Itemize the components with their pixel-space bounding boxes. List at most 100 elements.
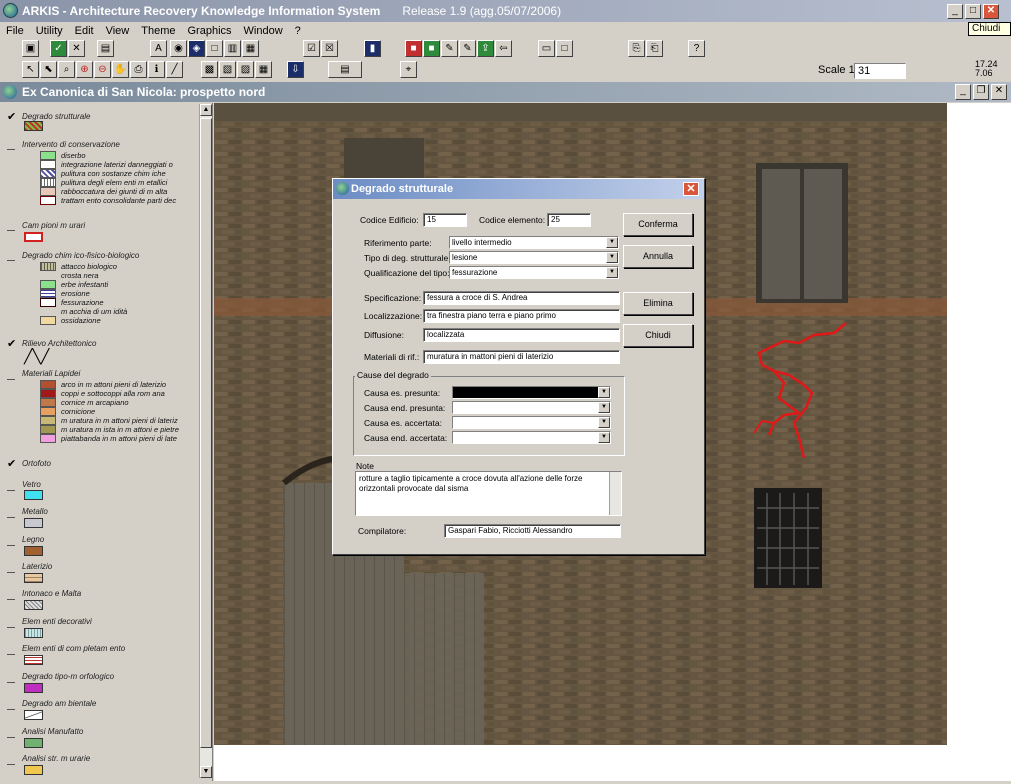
codice-elemento-field[interactable]: 25 [547, 213, 591, 227]
codice-edificio-field[interactable]: 15 [423, 213, 467, 227]
annulla-button[interactable]: Annulla [623, 245, 693, 268]
legend-checkbox[interactable] [7, 379, 15, 380]
print-icon[interactable]: ⎙ [130, 61, 147, 78]
menu-view[interactable]: View [106, 25, 130, 37]
menu-window[interactable]: Window [244, 25, 283, 37]
legend-checkbox[interactable] [7, 260, 15, 261]
causa-es-presunta-select[interactable]: ▼ [452, 386, 611, 399]
window-icon[interactable]: ▭ [538, 40, 555, 57]
map3-icon[interactable]: ▦ [255, 61, 272, 78]
menu-graphics[interactable]: Graphics [188, 25, 232, 37]
map2-icon[interactable]: ▨ [237, 61, 254, 78]
specificazione-field[interactable]: fessura a croce di S. Andrea [423, 291, 620, 305]
info-icon[interactable]: ℹ [148, 61, 165, 78]
legend-checkbox[interactable] [7, 490, 15, 491]
confirm-icon[interactable]: ✓ [50, 40, 67, 57]
compilatore-field[interactable]: Gaspari Fabio, Ricciotti Alessandro [444, 524, 621, 538]
legend-legno[interactable]: Legno [22, 535, 44, 544]
chart-icon[interactable]: ▥ [224, 40, 241, 57]
conferma-button[interactable]: Conferma [623, 213, 693, 236]
menu-theme[interactable]: Theme [141, 25, 175, 37]
doc-restore-button[interactable]: ❐ [973, 84, 989, 100]
legend-elem-completamento[interactable]: Elem enti di com pletam ento [22, 644, 125, 653]
legend-checkbox[interactable] [7, 764, 15, 765]
chevron-down-icon[interactable]: ▼ [598, 432, 610, 443]
legend-degrado-strutturale[interactable]: Degrado strutturale [22, 112, 90, 121]
map-icon[interactable]: ▧ [219, 61, 236, 78]
legend-analisi-manufatto[interactable]: Analisi Manufatto [22, 727, 83, 736]
chiudi-button[interactable]: Chiudi [623, 324, 693, 347]
scale-input[interactable]: 31 [854, 63, 906, 79]
note-scrollbar[interactable] [609, 472, 621, 515]
tipo-select[interactable]: lesione ▼ [449, 251, 619, 264]
save-icon[interactable]: ▣ [22, 40, 39, 57]
image-icon[interactable]: ▩ [201, 61, 218, 78]
elimina-button[interactable]: Elimina [623, 292, 693, 315]
maximize-button[interactable]: □ [965, 4, 981, 19]
legend-intervento[interactable]: Intervento di conservazione [22, 140, 120, 149]
edit-icon[interactable]: ✎ [441, 40, 458, 57]
legend-checkbox[interactable] [7, 627, 15, 628]
chevron-down-icon[interactable]: ▼ [598, 417, 610, 428]
causa-es-accertata-select[interactable]: ▼ [452, 416, 611, 429]
legend-campioni[interactable]: Cam pioni m urari [22, 221, 85, 230]
scroll-thumb[interactable] [200, 118, 212, 748]
scroll-up-icon[interactable]: ▲ [200, 104, 212, 116]
text-icon[interactable]: A [150, 40, 167, 57]
help-icon[interactable]: ? [688, 40, 705, 57]
layers-icon[interactable]: ▤ [97, 40, 114, 57]
doc-close-button[interactable]: ✕ [991, 84, 1007, 100]
chevron-down-icon[interactable]: ▼ [598, 402, 610, 413]
door-icon[interactable]: ▮ [364, 40, 381, 57]
legend-checkbox[interactable] [7, 149, 15, 150]
paste-icon[interactable]: ⎗ [646, 40, 663, 57]
menu-utility[interactable]: Utility [36, 25, 63, 37]
legend-laterizio[interactable]: Laterizio [22, 562, 52, 571]
globe-icon[interactable]: ◈ [188, 40, 205, 57]
legend-checkbox[interactable] [7, 654, 15, 655]
pin-icon[interactable]: ⌖ [400, 61, 417, 78]
download-icon[interactable]: ⇩ [287, 61, 304, 78]
red-layer-icon[interactable]: ■ [405, 40, 422, 57]
close-button[interactable]: ✕ [983, 4, 999, 19]
riferimento-select[interactable]: livello intermedio ▼ [449, 236, 619, 249]
app-globe-icon[interactable] [3, 3, 18, 18]
legend-checkbox[interactable] [7, 545, 15, 546]
green-layer-icon[interactable]: ■ [423, 40, 440, 57]
causa-end-accertata-select[interactable]: ▼ [452, 431, 611, 444]
legend-degrado-ambientale[interactable]: Degrado am bientale [22, 699, 96, 708]
legend-ortofoto[interactable]: Ortofoto [22, 459, 51, 468]
check-icon[interactable]: ✔ [7, 337, 16, 350]
materiali-field[interactable]: muratura in mattoni pieni di laterizio [423, 350, 620, 364]
minimize-button[interactable]: _ [947, 4, 963, 19]
copy-icon[interactable]: ⎘ [628, 40, 645, 57]
dialog-close-button[interactable]: ✕ [683, 182, 699, 196]
legend-materiali[interactable]: Materiali Lapidei [22, 369, 80, 378]
pan-icon[interactable]: ✋ [112, 61, 129, 78]
line-icon[interactable]: ╱ [166, 61, 183, 78]
menu-edit[interactable]: Edit [75, 25, 94, 37]
grid-icon[interactable]: ▤ [328, 61, 362, 78]
note-textarea[interactable]: rotture a taglio tipicamente a croce dov… [355, 471, 622, 516]
chevron-down-icon[interactable]: ▼ [606, 267, 618, 278]
legend-degrado-tipo[interactable]: Degrado tipo-m orfologico [22, 672, 114, 681]
legend-checkbox[interactable] [7, 682, 15, 683]
legend-scrollbar[interactable]: ▲ ▼ [199, 104, 212, 778]
check-icon[interactable]: ✔ [7, 457, 16, 470]
localizzazione-field[interactable]: tra finestra piano terra e piano primo [423, 309, 620, 323]
check-box-icon[interactable]: ☑ [303, 40, 320, 57]
menu-help[interactable]: ? [295, 25, 301, 37]
zoom-out-icon[interactable]: ⊖ [94, 61, 111, 78]
qualificazione-select[interactable]: fessurazione ▼ [449, 266, 619, 279]
legend-vetro[interactable]: Vetro [22, 480, 41, 489]
legend-checkbox[interactable] [7, 572, 15, 573]
legend-checkbox[interactable] [7, 517, 15, 518]
causa-end-presunta-select[interactable]: ▼ [452, 401, 611, 414]
export-icon[interactable]: ⇪ [477, 40, 494, 57]
binoculars-icon[interactable]: ◉ [170, 40, 187, 57]
zoom-in-icon[interactable]: ⊕ [76, 61, 93, 78]
legend-rilievo[interactable]: Rilievo Architettonico [22, 339, 96, 348]
pointer-icon[interactable]: ↖ [22, 61, 39, 78]
diffusione-field[interactable]: localizzata [423, 328, 620, 342]
window2-icon[interactable]: □ [556, 40, 573, 57]
